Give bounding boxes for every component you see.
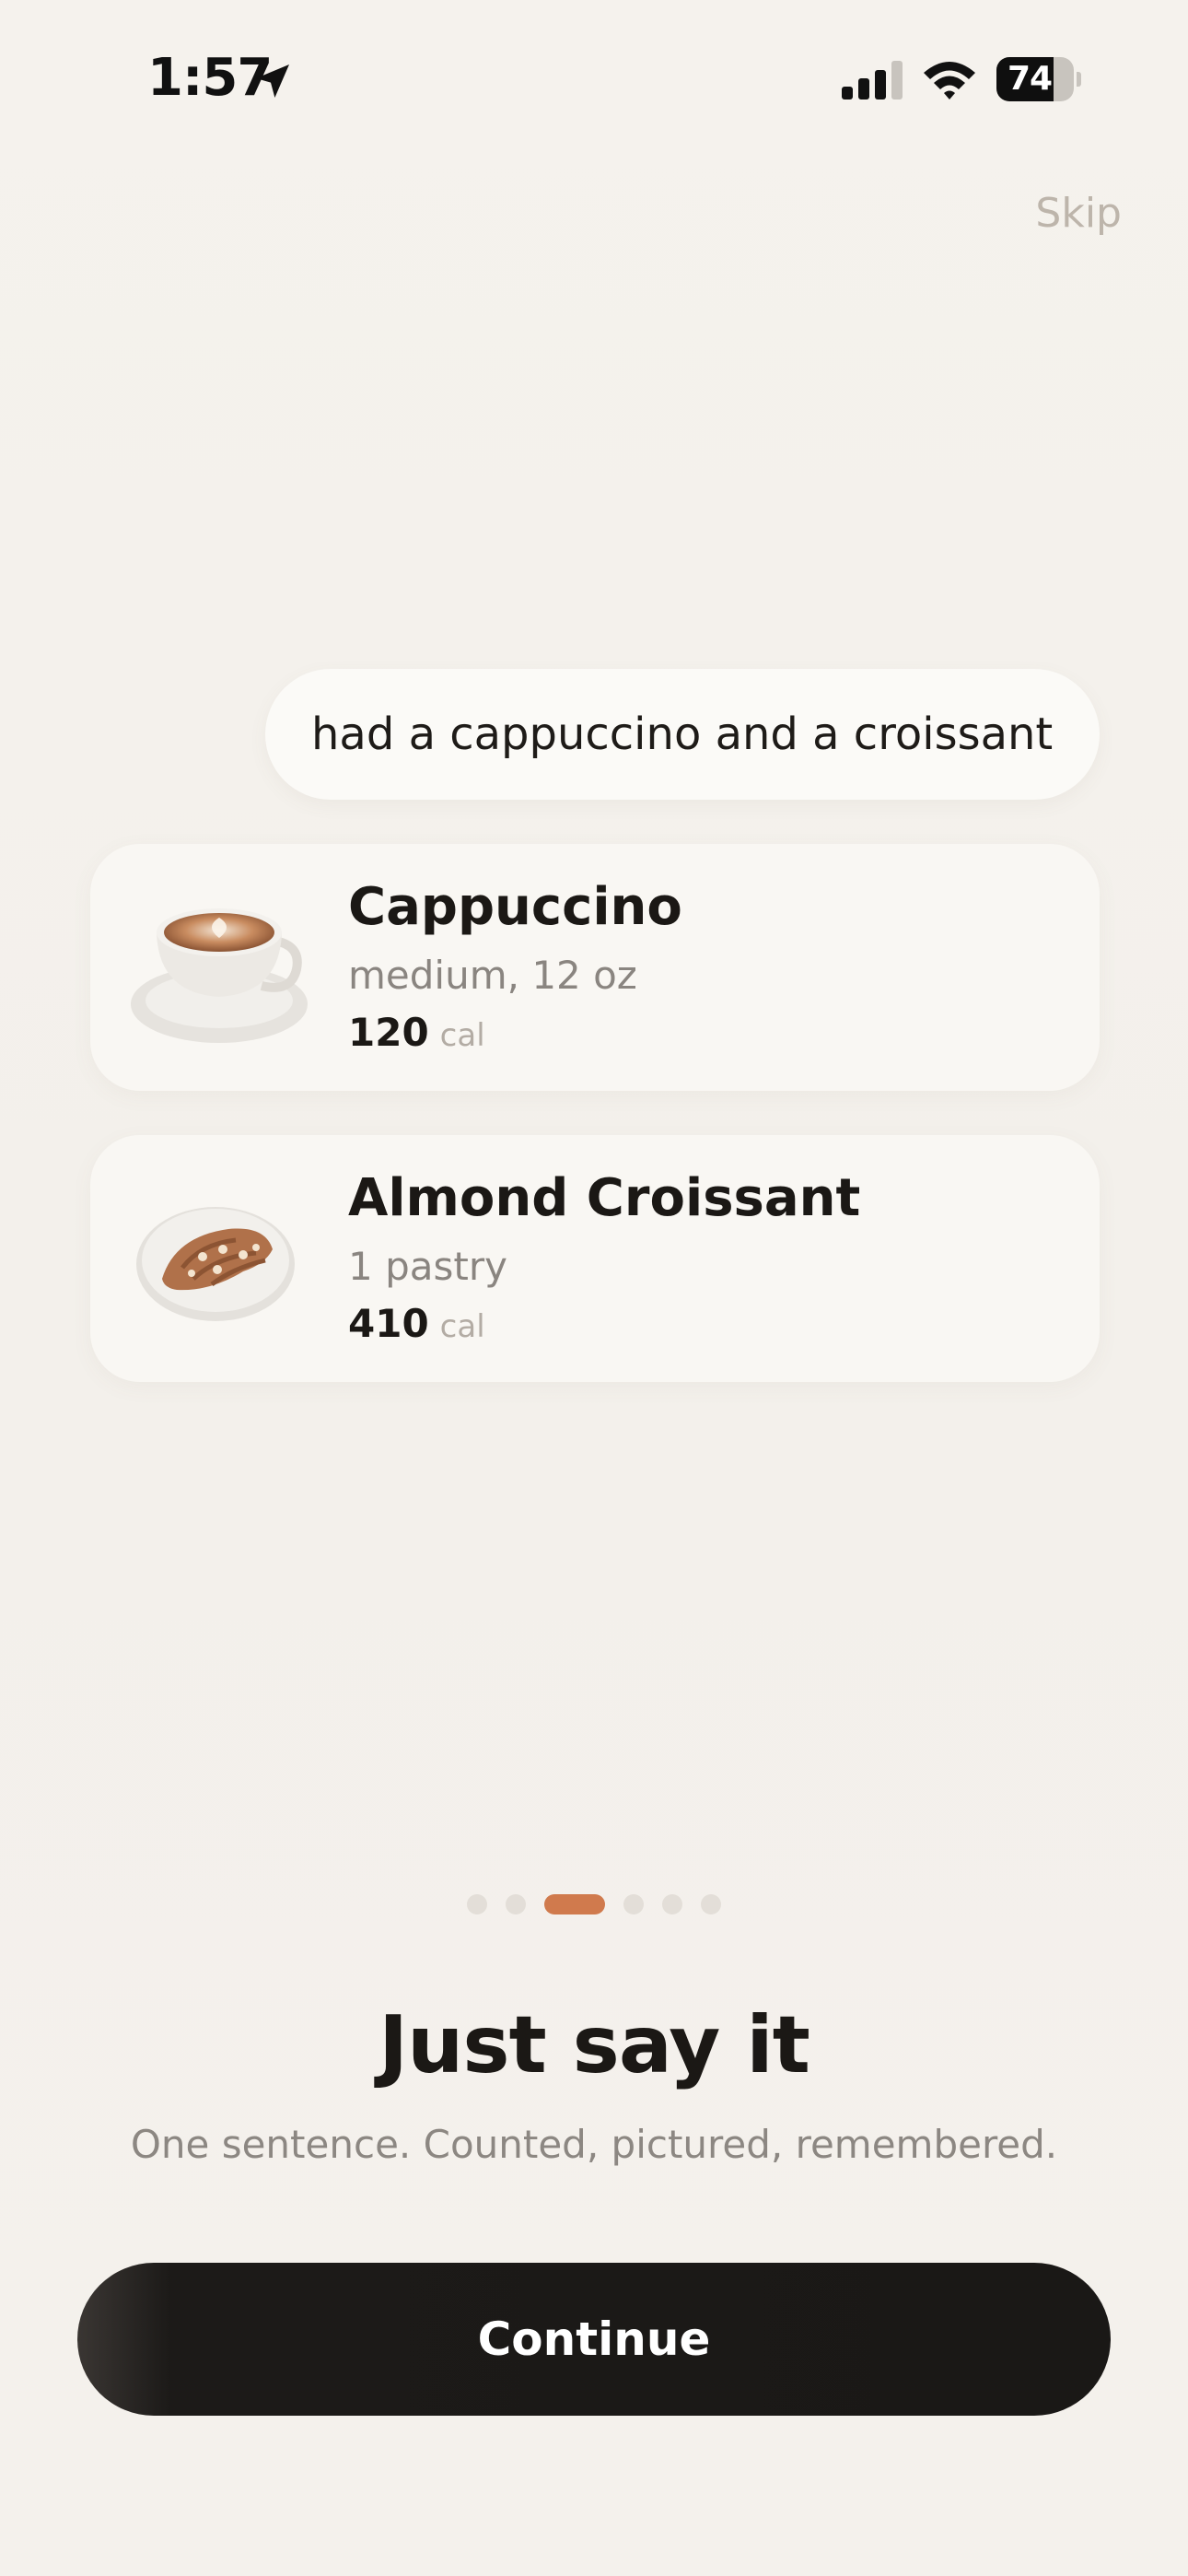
onboarding-screen: 1:57 74 Skip had a cappuccino and a croi…	[0, 0, 1188, 2576]
page-indicator	[0, 1894, 1188, 1916]
page-title: Just say it	[379, 1999, 810, 2091]
food-name: Almond Croissant	[348, 1168, 861, 1228]
page-dot	[623, 1894, 644, 1914]
croissant-plate-icon	[136, 1207, 295, 1321]
food-calories: 120 cal	[348, 1010, 485, 1055]
cellular-signal-icon	[842, 61, 903, 100]
cappuccino-cup-icon	[131, 908, 308, 1043]
food-calories: 410 cal	[348, 1301, 485, 1346]
page-dot	[662, 1894, 682, 1914]
page-dot	[467, 1894, 487, 1914]
calorie-unit: cal	[439, 1017, 485, 1054]
food-card-cappuccino[interactable]: Cappuccino medium, 12 oz 120 cal	[90, 844, 1100, 1091]
battery-percent: 74	[1007, 60, 1053, 98]
continue-button[interactable]: Continue	[77, 2263, 1111, 2416]
page-dot	[506, 1894, 526, 1914]
calorie-value: 120	[348, 1010, 429, 1055]
page-dot	[701, 1894, 721, 1914]
food-card-almond-croissant[interactable]: Almond Croissant 1 pastry 410 cal	[90, 1135, 1100, 1382]
calorie-value: 410	[348, 1301, 429, 1346]
location-arrow-icon	[256, 64, 289, 98]
skip-button[interactable]: Skip	[1035, 190, 1122, 237]
battery-icon: 74	[996, 57, 1081, 101]
user-message-bubble: had a cappuccino and a croissant	[265, 669, 1100, 800]
page-subtitle: One sentence. Counted, pictured, remembe…	[130, 2122, 1058, 2167]
food-portion: 1 pastry	[348, 1244, 507, 1289]
page-dot-active	[544, 1894, 605, 1914]
food-portion: medium, 12 oz	[348, 953, 637, 998]
user-message-text: had a cappuccino and a croissant	[311, 708, 1054, 760]
food-name: Cappuccino	[348, 877, 682, 937]
calorie-unit: cal	[439, 1308, 485, 1345]
wifi-icon	[924, 62, 975, 100]
